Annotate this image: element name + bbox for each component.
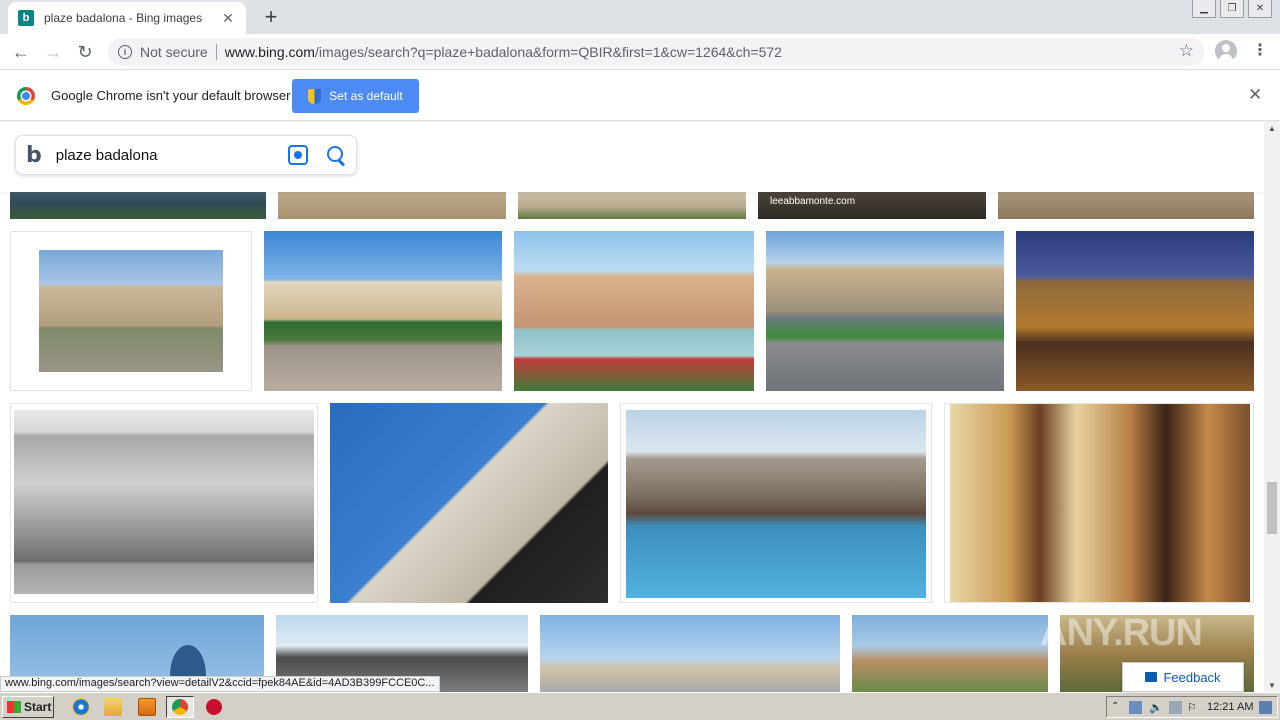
image-result[interactable] xyxy=(540,615,840,692)
profile-avatar[interactable] xyxy=(1215,40,1237,62)
address-bar[interactable]: i Not secure www.bing.com/images/search?… xyxy=(108,38,1204,66)
infobar-message: Google Chrome isn't your default browser xyxy=(51,88,291,103)
chrome-menu-icon[interactable]: ⋮ xyxy=(1252,42,1268,60)
page-scrollbar[interactable]: ▲ ▼ xyxy=(1264,122,1280,692)
visual-search-icon[interactable] xyxy=(288,145,308,165)
url-text[interactable]: www.bing.com/images/search?q=plaze+badal… xyxy=(225,44,782,60)
windows-logo-icon xyxy=(7,701,21,713)
show-hidden-icons-icon[interactable]: ⌃ xyxy=(1111,701,1124,714)
infobar-close-icon[interactable]: ✕ xyxy=(1248,85,1262,105)
image-result[interactable] xyxy=(944,403,1254,603)
browser-toolbar: ← → ↻ i Not secure www.bing.com/images/s… xyxy=(0,34,1280,70)
chrome-taskbar-icon xyxy=(172,699,188,715)
chrome-logo-icon xyxy=(17,87,35,105)
windows-taskbar: Start ⌃ 🔈 ⚐ 12:21 AM xyxy=(0,692,1280,720)
image-result[interactable] xyxy=(852,615,1048,692)
bookmark-star-icon[interactable]: ☆ xyxy=(1179,41,1194,61)
tab-close-icon[interactable]: ✕ xyxy=(220,10,236,27)
bing-images-page: b plaze badalona leeabbamonte.com xyxy=(0,122,1264,692)
scrollbar-thumb[interactable] xyxy=(1267,482,1277,534)
window-controls: ▁ ❐ ✕ xyxy=(1188,0,1272,18)
scroll-down-icon[interactable]: ▼ xyxy=(1268,681,1276,690)
url-host: www.bing.com xyxy=(224,44,315,60)
security-label[interactable]: Not secure xyxy=(140,44,217,60)
volume-icon[interactable]: 🔈 xyxy=(1149,701,1163,714)
bing-favicon-icon: b xyxy=(18,10,34,26)
default-browser-infobar: Google Chrome isn't your default browser… xyxy=(0,71,1280,121)
internet-explorer-icon[interactable] xyxy=(72,698,90,716)
bing-logo-icon[interactable]: b xyxy=(26,143,42,168)
browser-tab[interactable]: b plaze badalona - Bing images ✕ xyxy=(8,2,246,34)
search-icon[interactable] xyxy=(326,145,346,165)
uac-shield-icon xyxy=(308,88,322,104)
flag-icon[interactable]: ⚐ xyxy=(1187,701,1200,714)
new-tab-button[interactable]: + xyxy=(258,4,284,30)
show-desktop-icon[interactable] xyxy=(1259,701,1272,714)
anyrun-watermark: ANY.RUN xyxy=(1040,612,1203,654)
taskbar-clock[interactable]: 12:21 AM xyxy=(1207,701,1253,713)
arcade-cafe-photo xyxy=(950,404,1250,602)
reload-button[interactable]: ↻ xyxy=(72,39,98,65)
forward-button[interactable]: → xyxy=(40,39,66,65)
feedback-icon xyxy=(1145,672,1158,682)
minimize-button[interactable]: ▁ xyxy=(1192,0,1216,18)
image-source-caption: leeabbamonte.com xyxy=(770,196,856,207)
office-building-photo xyxy=(14,410,314,594)
folder-icon[interactable] xyxy=(104,698,122,716)
image-result[interactable] xyxy=(10,231,252,391)
feedback-label: Feedback xyxy=(1163,669,1221,685)
start-button[interactable]: Start xyxy=(2,696,54,718)
image-result[interactable] xyxy=(620,403,932,603)
url-path: /images/search?q=plaze+badalona&form=QBI… xyxy=(314,44,782,60)
feedback-button[interactable]: Feedback xyxy=(1122,662,1244,692)
status-bar-url: www.bing.com/images/search?view=detailV2… xyxy=(0,676,440,692)
set-as-default-button[interactable]: Set as default xyxy=(292,79,419,113)
stop-icon[interactable] xyxy=(206,699,222,715)
media-player-icon[interactable] xyxy=(138,698,156,716)
info-icon[interactable]: i xyxy=(118,45,132,59)
restore-button[interactable]: ❐ xyxy=(1220,0,1244,18)
search-input[interactable]: plaze badalona xyxy=(56,147,288,164)
set-as-default-label: Set as default xyxy=(329,89,403,103)
start-label: Start xyxy=(24,700,52,714)
image-result[interactable] xyxy=(766,231,1004,391)
display-icon[interactable] xyxy=(1169,701,1182,714)
image-result[interactable] xyxy=(264,231,502,391)
rooftop-pool-photo xyxy=(626,410,926,598)
chrome-taskbar-button[interactable] xyxy=(166,696,194,718)
browser-titlebar: b plaze badalona - Bing images ✕ + ▁ ❐ ✕ xyxy=(0,0,1280,34)
network-icon[interactable] xyxy=(1129,701,1142,714)
scroll-up-icon[interactable]: ▲ xyxy=(1268,124,1276,133)
search-header: b plaze badalona xyxy=(0,122,1264,192)
image-result[interactable] xyxy=(10,403,318,603)
search-box[interactable]: b plaze badalona xyxy=(15,135,357,175)
tab-title: plaze badalona - Bing images xyxy=(44,11,203,25)
close-window-button[interactable]: ✕ xyxy=(1248,0,1272,18)
image-result[interactable] xyxy=(330,403,608,603)
image-result[interactable] xyxy=(1016,231,1254,391)
system-tray: ⌃ 🔈 ⚐ 12:21 AM xyxy=(1106,696,1278,718)
image-result[interactable] xyxy=(514,231,754,391)
fountain-photo xyxy=(39,250,223,372)
back-button[interactable]: ← xyxy=(8,39,34,65)
